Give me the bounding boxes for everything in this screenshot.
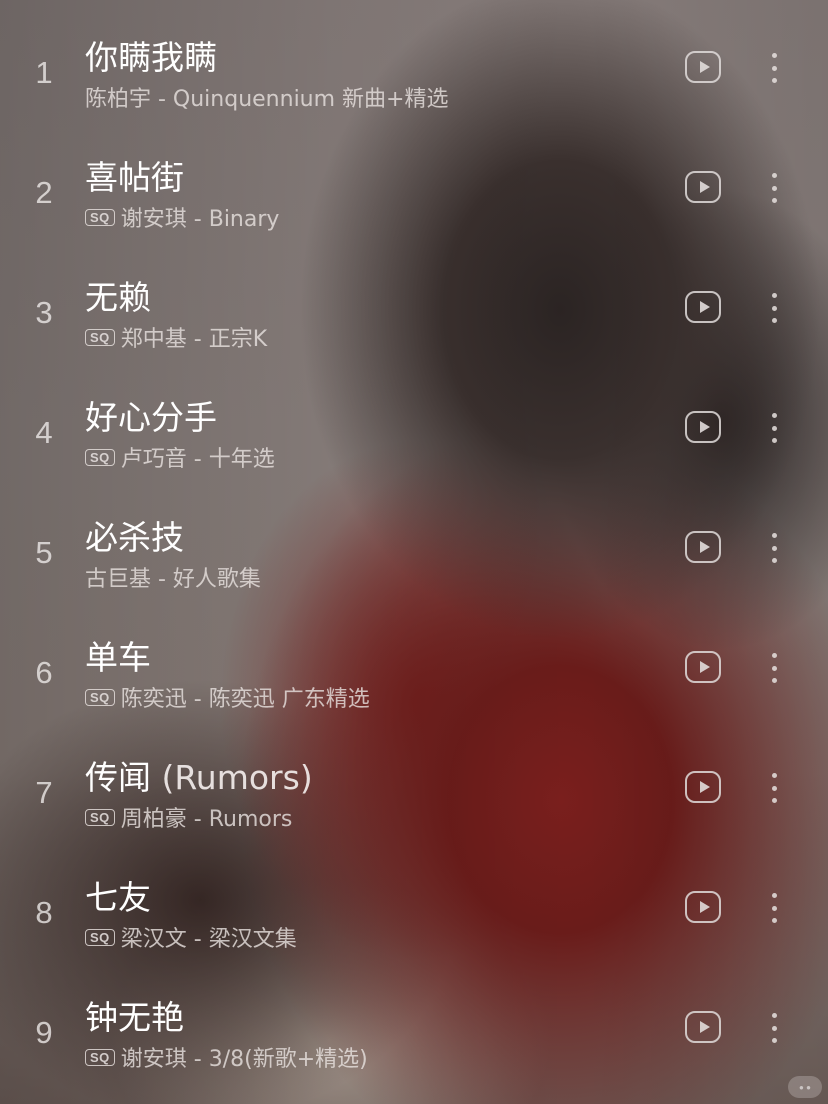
artist-album: 梁汉文 - 梁汉文集 xyxy=(120,927,297,952)
track-number: 4 xyxy=(35,415,53,450)
play-icon xyxy=(699,61,710,73)
artist-album: 周柏豪 - Rumors xyxy=(120,807,293,832)
play-video-button[interactable] xyxy=(685,891,721,923)
play-icon xyxy=(699,781,710,793)
track-number: 5 xyxy=(35,535,53,570)
song-title[interactable]: 喜帖街 xyxy=(85,151,184,199)
more-options-button[interactable] xyxy=(760,1011,788,1045)
play-icon xyxy=(699,181,710,193)
song-row[interactable]: 9 钟无艳 SQ 谢安琪 - 3/8(新歌+精选) xyxy=(0,969,828,1089)
more-vertical-icon xyxy=(771,1013,777,1018)
sq-badge: SQ xyxy=(85,208,115,226)
play-video-button[interactable] xyxy=(685,651,721,683)
play-video-button[interactable] xyxy=(685,411,721,443)
song-title[interactable]: 你瞒我瞒 xyxy=(85,31,217,79)
song-row[interactable]: 4 好心分手 SQ 卢巧音 - 十年选 xyxy=(0,369,828,489)
sq-badge: SQ xyxy=(85,448,115,466)
song-subtitle: SQ 梁汉文 - 梁汉文集 xyxy=(85,922,297,952)
song-title[interactable]: 单车 xyxy=(85,631,151,679)
artist-album: 卢巧音 - 十年选 xyxy=(120,447,275,472)
song-subtitle: SQ 周柏豪 - Rumors xyxy=(85,802,292,832)
more-vertical-icon xyxy=(771,293,777,298)
artist-album: 郑中基 - 正宗K xyxy=(120,327,268,352)
more-options-button[interactable] xyxy=(760,291,788,325)
play-icon xyxy=(699,301,710,313)
song-subtitle: SQ 谢安琪 - 3/8(新歌+精选) xyxy=(85,1042,368,1072)
song-subtitle: SQ 谢安琪 - Binary xyxy=(85,202,279,232)
more-vertical-icon xyxy=(771,893,777,898)
song-subtitle: SQ 卢巧音 - 十年选 xyxy=(85,442,275,472)
play-icon xyxy=(699,901,710,913)
track-number: 6 xyxy=(35,655,53,690)
song-subtitle: 陈柏宇 - Quinquennium 新曲+精选 xyxy=(85,82,448,112)
more-vertical-icon xyxy=(771,773,777,778)
watermark-badge: ● ● xyxy=(788,1076,822,1098)
artist-album: 谢安琪 - Binary xyxy=(120,207,280,232)
play-icon xyxy=(699,421,710,433)
song-subtitle: 古巨基 - 好人歌集 xyxy=(85,562,261,592)
more-options-button[interactable] xyxy=(760,531,788,565)
artist-album: 陈奕迅 - 陈奕迅 广东精选 xyxy=(120,687,370,712)
more-options-button[interactable] xyxy=(760,51,788,85)
more-vertical-icon xyxy=(771,653,777,658)
song-title[interactable]: 传闻 (Rumors) xyxy=(85,751,313,799)
more-vertical-icon xyxy=(771,173,777,178)
track-number: 9 xyxy=(35,1015,53,1050)
play-video-button[interactable] xyxy=(685,51,721,83)
track-number: 3 xyxy=(35,295,53,330)
track-number: 7 xyxy=(35,775,53,810)
play-icon xyxy=(699,1021,710,1033)
song-row[interactable]: 6 单车 SQ 陈奕迅 - 陈奕迅 广东精选 xyxy=(0,609,828,729)
artist-album: 陈柏宇 - Quinquennium 新曲+精选 xyxy=(85,87,449,112)
play-video-button[interactable] xyxy=(685,1011,721,1043)
sq-badge: SQ xyxy=(85,1048,115,1066)
song-title[interactable]: 七友 xyxy=(85,871,151,919)
song-title[interactable]: 无赖 xyxy=(85,271,151,319)
sq-badge: SQ xyxy=(85,688,115,706)
play-icon xyxy=(699,661,710,673)
more-vertical-icon xyxy=(771,53,777,58)
song-list: 1 你瞒我瞒 陈柏宇 - Quinquennium 新曲+精选 2 喜帖街 SQ… xyxy=(0,9,828,1089)
play-video-button[interactable] xyxy=(685,291,721,323)
song-row[interactable]: 3 无赖 SQ 郑中基 - 正宗K xyxy=(0,249,828,369)
song-row[interactable]: 5 必杀技 古巨基 - 好人歌集 xyxy=(0,489,828,609)
song-row[interactable]: 8 七友 SQ 梁汉文 - 梁汉文集 xyxy=(0,849,828,969)
play-video-button[interactable] xyxy=(685,171,721,203)
song-title[interactable]: 必杀技 xyxy=(85,511,184,559)
more-options-button[interactable] xyxy=(760,411,788,445)
song-row[interactable]: 7 传闻 (Rumors) SQ 周柏豪 - Rumors xyxy=(0,729,828,849)
more-options-button[interactable] xyxy=(760,891,788,925)
play-video-button[interactable] xyxy=(685,531,721,563)
song-title[interactable]: 钟无艳 xyxy=(85,991,184,1039)
song-row[interactable]: 1 你瞒我瞒 陈柏宇 - Quinquennium 新曲+精选 xyxy=(0,9,828,129)
track-number: 2 xyxy=(35,175,53,210)
more-options-button[interactable] xyxy=(760,771,788,805)
artist-album: 古巨基 - 好人歌集 xyxy=(85,567,261,592)
track-number: 1 xyxy=(35,55,53,90)
sq-badge: SQ xyxy=(85,928,115,946)
play-video-button[interactable] xyxy=(685,771,721,803)
more-vertical-icon xyxy=(771,413,777,418)
track-number: 8 xyxy=(35,895,53,930)
sq-badge: SQ xyxy=(85,808,115,826)
more-options-button[interactable] xyxy=(760,651,788,685)
more-options-button[interactable] xyxy=(760,171,788,205)
song-subtitle: SQ 郑中基 - 正宗K xyxy=(85,322,267,352)
song-title[interactable]: 好心分手 xyxy=(85,391,217,439)
song-row[interactable]: 2 喜帖街 SQ 谢安琪 - Binary xyxy=(0,129,828,249)
song-subtitle: SQ 陈奕迅 - 陈奕迅 广东精选 xyxy=(85,682,370,712)
play-icon xyxy=(699,541,710,553)
artist-album: 谢安琪 - 3/8(新歌+精选) xyxy=(120,1047,368,1072)
sq-badge: SQ xyxy=(85,328,115,346)
more-vertical-icon xyxy=(771,533,777,538)
